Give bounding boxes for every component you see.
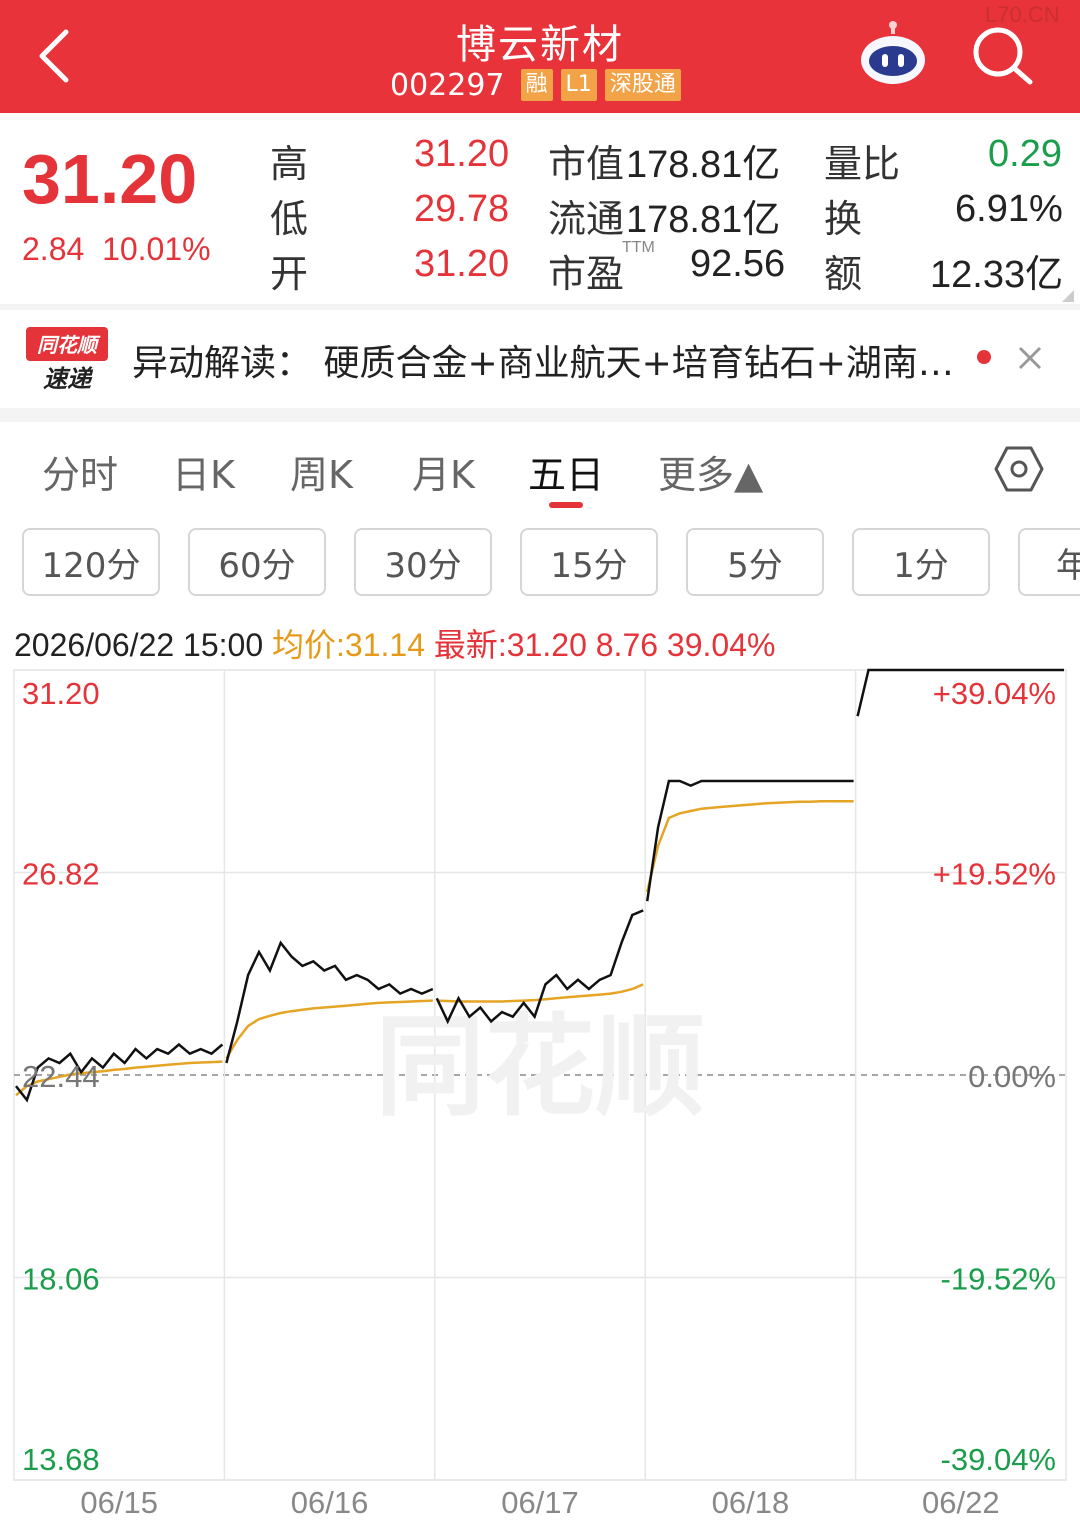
tab-monthly-k[interactable]: 月K — [412, 444, 475, 499]
period-30min-button[interactable]: 30分 — [354, 528, 492, 596]
stock-subline: 002297 融 L1 深股通 — [390, 66, 681, 104]
level1-tag: L1 — [560, 69, 597, 101]
news-banner[interactable]: 同花顺 速递 异动解读： 硬质合金+商业航天+培育钻石+湖南… — [0, 310, 1080, 408]
y-left-tick-label: 22.44 — [22, 1059, 100, 1094]
active-tab-indicator — [549, 502, 583, 508]
logo-bottom-text: 速递 — [43, 365, 94, 393]
x-tick-label: 06/17 — [501, 1485, 579, 1520]
y-right-tick-label: -19.52% — [941, 1262, 1056, 1297]
info-latest: 最新:31.20 8.76 39.04% — [433, 627, 776, 663]
settings-hexagon-icon[interactable] — [994, 444, 1044, 494]
period-5min-button[interactable]: 5分 — [686, 528, 824, 596]
open-label: 开 — [270, 254, 309, 296]
price-line — [645, 779, 854, 902]
price-change: 2.84 10.01% — [22, 231, 211, 268]
quote-panel: 31.20 2.84 10.01% 高 31.20 市值 178.81亿 量比 … — [0, 113, 1080, 308]
search-icon[interactable] — [970, 24, 1034, 88]
period-year-button[interactable]: 年 — [1018, 528, 1080, 596]
period-1min-button[interactable]: 1分 — [852, 528, 990, 596]
y-right-tick-label: 0.00% — [968, 1059, 1056, 1094]
float-cap-value: 178.81亿 — [626, 199, 781, 241]
y-left-tick-label: 31.20 — [22, 676, 100, 711]
volume-ratio-value: 0.29 — [988, 133, 1062, 175]
float-cap-label: 流通 — [548, 199, 625, 241]
y-left-tick-label: 13.68 — [22, 1442, 100, 1477]
chart-watermark: 同花顺 — [375, 1003, 705, 1131]
y-left-tick-label: 26.82 — [22, 857, 100, 892]
y-left-tick-label: 18.06 — [22, 1262, 100, 1297]
y-right-tick-label: +19.52% — [933, 857, 1056, 892]
x-tick-label: 06/15 — [80, 1485, 158, 1520]
pe-ttm-label: TTM — [622, 239, 655, 256]
low-label: 低 — [270, 199, 309, 241]
tab-intraday[interactable]: 分时 — [42, 444, 118, 499]
news-headline[interactable]: 异动解读： 硬质合金+商业航天+培育钻石+湖南… — [132, 334, 972, 386]
close-icon[interactable] — [1012, 340, 1048, 376]
margin-tag: 融 — [520, 69, 553, 101]
y-right-tick-label: -39.04% — [941, 1442, 1056, 1477]
logo-top-text: 同花顺 — [37, 333, 101, 357]
expand-corner-icon[interactable] — [1062, 290, 1074, 302]
pe-label: 市盈 — [548, 254, 625, 296]
period-60min-button[interactable]: 60分 — [188, 528, 326, 596]
change-percent: 10.01% — [102, 231, 211, 267]
pe-value: 92.56 — [690, 243, 786, 285]
amount-label: 额 — [824, 254, 863, 296]
volume-ratio-label: 量比 — [824, 144, 901, 186]
avg-price-line — [645, 800, 854, 893]
info-avg-price: 均价:31.14 — [272, 627, 425, 663]
tab-weekly-k[interactable]: 周K — [290, 444, 353, 499]
robot-assistant-icon[interactable] — [858, 20, 928, 86]
change-amount: 2.84 — [22, 231, 85, 267]
period-120min-button[interactable]: 120分 — [22, 528, 160, 596]
five-day-chart[interactable]: 同花顺 31.20 +39.04% 26.82 +19.52% 22.44 0.00% 18.… — [0, 660, 1080, 1528]
unread-dot — [977, 350, 991, 364]
site-watermark: L70.CN — [985, 2, 1060, 27]
stock-code: 002297 — [390, 67, 505, 103]
high-value: 31.20 — [414, 133, 510, 175]
x-tick-label: 06/18 — [712, 1485, 790, 1520]
x-tick-label: 06/22 — [922, 1485, 1000, 1520]
turnover-label: 换 — [824, 199, 863, 241]
app-header: 博云新材 002297 融 L1 深股通 L70.CN — [0, 0, 1080, 113]
chart-tabs: 分时 日K 周K 月K 五日 更多▲ — [0, 422, 1080, 512]
info-datetime: 2026/06/22 15:00 — [14, 627, 264, 663]
period-selector: 120分 60分 30分 15分 5分 1分 年 — [0, 526, 1080, 600]
market-cap-label: 市值 — [548, 144, 625, 186]
last-price: 31.20 — [22, 140, 198, 218]
market-cap-value: 178.81亿 — [626, 144, 781, 186]
divider — [0, 408, 1080, 422]
turnover-value: 6.91% — [955, 188, 1063, 230]
x-tick-label: 06/16 — [291, 1485, 369, 1520]
ths-express-logo: 同花顺 速递 — [26, 327, 108, 393]
open-value: 31.20 — [414, 243, 510, 285]
amount-value: 12.33亿 — [930, 254, 1064, 296]
connect-tag: 深股通 — [604, 69, 681, 101]
tab-more[interactable]: 更多▲ — [658, 444, 763, 499]
period-15min-button[interactable]: 15分 — [520, 528, 658, 596]
tab-five-day[interactable]: 五日 — [528, 444, 604, 499]
tab-daily-k[interactable]: 日K — [172, 444, 235, 499]
y-right-tick-label: +39.04% — [933, 676, 1056, 711]
low-value: 29.78 — [414, 188, 510, 230]
high-label: 高 — [270, 144, 309, 186]
